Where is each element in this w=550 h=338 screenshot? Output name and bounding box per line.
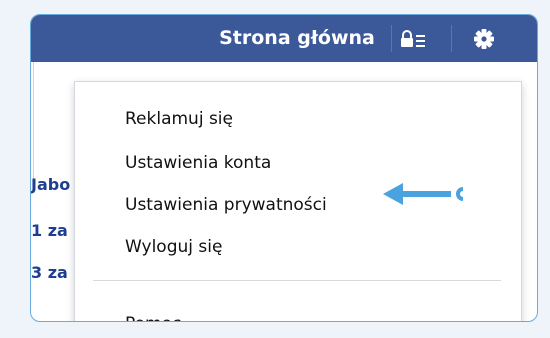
- menu-item-log-out[interactable]: Wyloguj się: [125, 237, 222, 257]
- left-arrow-icon: [383, 183, 464, 205]
- app-window: Strona główna Jabo 1 za 3 za Reklamuj si…: [30, 14, 538, 322]
- gear-icon: [474, 29, 494, 49]
- menu-item-advertise[interactable]: Reklamuj się: [125, 109, 233, 129]
- background-divider: [33, 62, 34, 182]
- menu-item-account-settings[interactable]: Ustawienia konta: [125, 153, 271, 173]
- menu-divider: [93, 280, 501, 281]
- background-text: 3 za: [31, 263, 68, 282]
- background-text: 1 za: [31, 221, 68, 240]
- home-link[interactable]: Strona główna: [209, 23, 385, 54]
- menu-item-help[interactable]: Pomoc: [125, 314, 181, 321]
- top-navigation-bar: Strona główna: [31, 15, 537, 62]
- dropdown-pointer: [481, 66, 511, 81]
- settings-button[interactable]: [467, 22, 501, 56]
- privacy-shortcuts-button[interactable]: [393, 24, 433, 53]
- nav-separator: [391, 25, 392, 52]
- menu-item-privacy-settings[interactable]: Ustawienia prywatności: [125, 195, 327, 215]
- nav-separator: [451, 25, 452, 52]
- lock-list-icon: [401, 29, 425, 47]
- background-text: Jabo: [31, 175, 71, 194]
